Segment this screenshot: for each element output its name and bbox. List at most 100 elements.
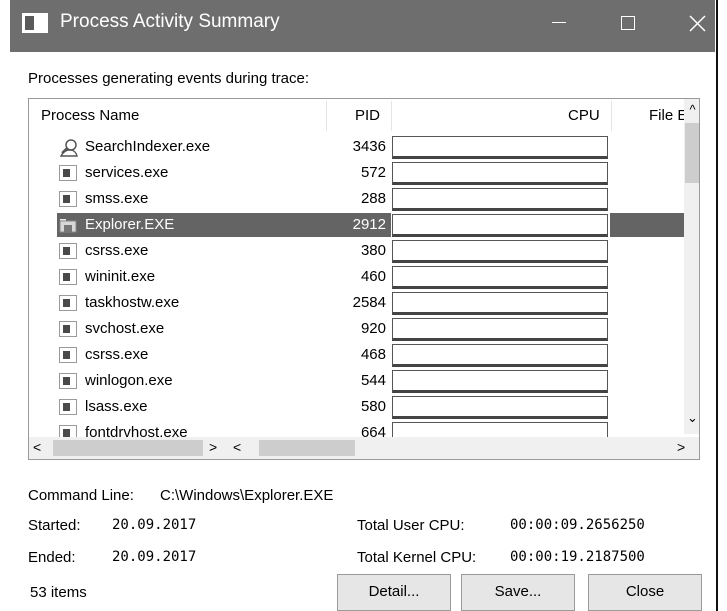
total-user-cpu-label: Total User CPU: xyxy=(357,517,465,534)
scroll-right-icon[interactable]: > xyxy=(677,439,685,455)
column-separator xyxy=(326,101,327,131)
process-pid: 544 xyxy=(360,372,386,389)
cpu-usage-bar xyxy=(392,136,608,159)
cpu-usage-bar xyxy=(392,396,608,419)
process-name: Explorer.EXE xyxy=(85,216,175,233)
window-left-border xyxy=(0,0,10,611)
cpu-usage-bar xyxy=(392,344,608,367)
process-icon xyxy=(59,165,77,181)
cpu-usage-bar xyxy=(392,370,608,393)
vertical-scrollbar[interactable]: ^ ⌄ xyxy=(684,99,699,434)
process-icon xyxy=(59,347,77,363)
cpu-usage-bar xyxy=(392,266,608,289)
column-separator xyxy=(611,101,612,131)
process-icon xyxy=(59,399,77,415)
folder-icon xyxy=(59,217,77,233)
table-row[interactable]: csrss.exe 380 xyxy=(29,239,684,263)
minimize-icon xyxy=(552,22,566,23)
scroll-down-icon[interactable]: ⌄ xyxy=(684,407,699,429)
process-pid: 2912 xyxy=(352,216,386,233)
process-icon xyxy=(59,191,77,207)
started-label: Started: xyxy=(28,517,81,534)
started-value: 20.09.2017 xyxy=(112,517,197,533)
scroll-left-icon[interactable]: < xyxy=(233,439,241,455)
cpu-usage-bar xyxy=(392,318,608,341)
ended-value: 20.09.2017 xyxy=(112,549,197,565)
process-icon xyxy=(59,269,77,285)
process-name: services.exe xyxy=(85,164,169,181)
process-icon xyxy=(59,243,77,259)
process-list[interactable]: Process Name PID CPU File E SearchIndexe… xyxy=(28,98,700,460)
horizontal-scrollbar[interactable]: < > xyxy=(229,437,699,459)
process-pid: 380 xyxy=(360,242,386,259)
horizontal-scroll-thumb[interactable] xyxy=(259,440,355,456)
close-dialog-button[interactable]: Close xyxy=(588,574,702,611)
list-header: Process Name PID CPU File E xyxy=(29,99,687,133)
ended-label: Ended: xyxy=(28,549,76,566)
total-kernel-cpu-label: Total Kernel CPU: xyxy=(357,549,477,566)
command-line-value: C:\Windows\Explorer.EXE xyxy=(160,487,334,504)
cpu-usage-bar xyxy=(392,188,608,211)
process-icon xyxy=(59,321,77,337)
column-separator xyxy=(391,101,392,131)
process-name: csrss.exe xyxy=(85,242,149,259)
table-row[interactable]: wininit.exe 460 xyxy=(29,265,684,289)
table-row[interactable]: smss.exe 288 xyxy=(29,187,684,211)
window-right-border xyxy=(716,0,727,611)
process-name: winlogon.exe xyxy=(85,372,173,389)
column-header-cpu[interactable]: CPU xyxy=(568,107,600,124)
detail-button[interactable]: Detail... xyxy=(337,574,451,611)
cpu-usage-bar xyxy=(392,240,608,263)
process-pid: 3436 xyxy=(352,138,386,155)
process-activity-window: Process Activity Summary Processes gener… xyxy=(0,0,727,611)
total-kernel-cpu-value: 00:00:19.2187500 xyxy=(510,549,645,565)
table-row[interactable]: Explorer.EXE 2912 xyxy=(29,213,684,237)
process-name: lsass.exe xyxy=(85,398,148,415)
cpu-usage-bar xyxy=(392,292,608,315)
maximize-icon xyxy=(621,16,635,30)
scroll-left-icon[interactable]: < xyxy=(33,439,41,455)
process-name: SearchIndexer.exe xyxy=(85,138,211,155)
window-title: Process Activity Summary xyxy=(60,11,280,32)
column-header-process-name[interactable]: Process Name xyxy=(41,107,139,124)
close-button[interactable] xyxy=(662,0,727,48)
horizontal-scrollbar-frozen[interactable]: < > xyxy=(29,437,229,459)
process-pid: 288 xyxy=(360,190,386,207)
table-row[interactable]: taskhostw.exe 2584 xyxy=(29,291,684,315)
process-name: svchost.exe xyxy=(85,320,165,337)
scroll-up-icon[interactable]: ^ xyxy=(684,99,699,121)
table-row[interactable]: svchost.exe 920 xyxy=(29,317,684,341)
table-row[interactable]: services.exe 572 xyxy=(29,161,684,185)
list-caption: Processes generating events during trace… xyxy=(28,70,309,87)
selection-highlight xyxy=(610,213,684,237)
table-row[interactable]: lsass.exe 580 xyxy=(29,395,684,419)
process-name: taskhostw.exe xyxy=(85,294,180,311)
table-row[interactable]: csrss.exe 468 xyxy=(29,343,684,367)
scroll-right-icon[interactable]: > xyxy=(209,439,217,455)
process-pid: 2584 xyxy=(352,294,386,311)
process-pid: 460 xyxy=(360,268,386,285)
cpu-usage-bar xyxy=(392,162,608,185)
item-count: 53 items xyxy=(30,584,87,601)
search-person-icon xyxy=(59,139,78,157)
process-name: smss.exe xyxy=(85,190,149,207)
minimize-button[interactable] xyxy=(524,0,594,48)
column-header-pid[interactable]: PID xyxy=(355,107,380,124)
process-icon xyxy=(59,373,77,389)
process-pid: 572 xyxy=(360,164,386,181)
save-button[interactable]: Save... xyxy=(461,574,575,611)
vertical-scroll-thumb[interactable] xyxy=(685,123,699,183)
total-user-cpu-value: 00:00:09.2656250 xyxy=(510,517,645,533)
process-pid: 920 xyxy=(360,320,386,337)
horizontal-scroll-thumb[interactable] xyxy=(53,440,203,456)
process-name: csrss.exe xyxy=(85,346,149,363)
table-row[interactable]: winlogon.exe 544 xyxy=(29,369,684,393)
maximize-button[interactable] xyxy=(593,0,663,48)
table-row[interactable]: SearchIndexer.exe 3436 xyxy=(29,135,684,159)
close-icon xyxy=(689,15,706,32)
command-line-label: Command Line: xyxy=(28,487,134,504)
title-bar[interactable]: Process Activity Summary xyxy=(10,0,715,52)
column-header-file-events[interactable]: File E xyxy=(649,107,687,124)
cpu-usage-bar xyxy=(392,214,608,237)
app-icon xyxy=(22,13,48,33)
